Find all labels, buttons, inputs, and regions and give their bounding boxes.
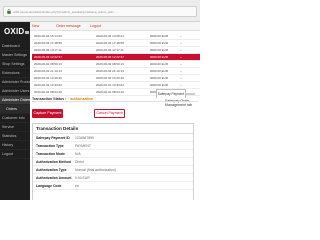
tab-new[interactable]: New — [32, 22, 39, 31]
url-field[interactable]: nidhi.ionutv.dev/admin/index.php?cl=admi… — [3, 6, 197, 17]
details-key: Language Code — [36, 184, 62, 188]
table-row[interactable]: 2020-06-03 13:17:11 2020-06-03 13:17:11 00… — [32, 47, 200, 54]
cell-number: 2020-06-02 14:40:26 — [96, 76, 124, 80]
cell-amount: 0000.00 EUR — [150, 41, 169, 45]
browser-address-bar: nidhi.ionutv.dev/admin/index.php?cl=admi… — [0, 0, 200, 22]
tab-order-message[interactable]: Order message — [56, 22, 81, 31]
transaction-details-panel: Transaction Details Saferpay Payment ID 1… — [32, 123, 194, 200]
details-key: Authorization Method — [36, 160, 71, 164]
details-row: Saferpay Payment ID 1234567890 — [33, 134, 193, 142]
logo-text: OXID — [4, 26, 25, 36]
cell-number: 2020-06-02 21:10:13 — [96, 69, 124, 73]
cell-number: 2020-06-03 12:22:37 — [96, 55, 124, 59]
details-title: Transaction Details — [33, 124, 193, 134]
cell-status: ~ — [180, 48, 182, 52]
table-row[interactable]: 2020-06-03 17:48:58 2020-06-03 17:48:58 00… — [32, 40, 200, 47]
details-row: Authorization Amount 0.00 EUR — [33, 174, 193, 182]
table-row[interactable]: 2020-06-03 12:22:37 2020-06-03 12:22:37 00… — [32, 54, 200, 61]
cell-date: 2020-06-03 17:48:58 — [34, 41, 62, 45]
cell-amount: 0000.00 EUR — [150, 55, 169, 59]
cell-date: 2020-06-03 12:22:37 — [34, 55, 62, 59]
details-value: 1234567890 — [75, 136, 94, 140]
cell-date: 2020-06-02 21:10:13 — [34, 69, 62, 73]
cell-amount: 0000.00 EUR — [150, 76, 169, 80]
divider — [32, 101, 198, 102]
details-value: Direct — [75, 160, 84, 164]
cell-amount: 0000.00 EUR — [150, 83, 169, 87]
top-tab-bar: New Order message Logout — [30, 22, 200, 31]
annotation-arrow-icon — [186, 93, 195, 95]
cell-date: 2020-06-01 08:04:10 — [34, 90, 62, 94]
table-row[interactable]: 2020-06-02 21:10:13 2020-06-02 21:10:13 00… — [32, 68, 200, 75]
sidebar-nav: Dashboard Master Settings Shop Settings Ext… — [0, 42, 30, 159]
details-list: Saferpay Payment ID 1234567890 Transaction… — [33, 134, 193, 190]
sidebar-item-dashboard[interactable]: Dashboard — [0, 42, 30, 51]
details-value: 0.00 EUR — [75, 176, 90, 180]
details-row: Language Code en — [33, 182, 193, 190]
main-content: New Order message Logout 2020-06-04 15:1… — [30, 22, 200, 200]
cell-number: 2020-06-02 08:50:13 — [96, 62, 124, 66]
sidebar-item-customer-info[interactable]: Customer Info — [0, 114, 30, 123]
sidebar-item-statistics[interactable]: Statistics — [0, 132, 30, 141]
details-value: en — [75, 184, 79, 188]
cell-date: 2020-06-02 08:50:13 — [34, 62, 62, 66]
sidebar-item-administer-products[interactable]: Administer Products — [0, 78, 30, 87]
cell-date: 2020-06-02 14:40:26 — [34, 76, 62, 80]
tab-saferpay-payment[interactable]: Saferpay Payment — [156, 89, 186, 98]
cancel-payment-button[interactable]: Cancel Payment — [94, 109, 125, 118]
cell-number: 2020-06-03 13:17:11 — [96, 48, 124, 52]
cell-status: ~ — [180, 55, 182, 59]
details-row: Authorization Method Direct — [33, 158, 193, 166]
cell-amount: 0000.00 EUR — [150, 62, 169, 66]
cell-date: 2020-06-03 13:17:11 — [34, 48, 62, 52]
cell-status: ~ — [180, 41, 182, 45]
cell-status: ~ — [180, 83, 182, 87]
oxid-logo[interactable]: OXID — [4, 26, 30, 36]
cell-date: 2020-06-01 13:33:02 — [34, 83, 62, 87]
cell-amount: 0000.00 EUR — [150, 69, 169, 73]
table-row[interactable]: 2020-06-01 13:33:02 2020-06-01 13:33:02 00… — [32, 82, 200, 89]
cell-number: 2020-06-03 17:48:58 — [96, 41, 124, 45]
admin-sidebar: OXID Dashboard Master Settings Shop Settin… — [0, 22, 30, 200]
details-key: Saferpay Payment ID — [36, 136, 70, 140]
cell-status: ~ — [180, 76, 182, 80]
cell-date: 2020-06-04 15:14:22 — [34, 34, 62, 38]
cell-status: ~ — [180, 62, 182, 66]
cell-status: ~ — [180, 69, 182, 73]
cell-number: 2020-06-01 13:33:02 — [96, 83, 124, 87]
sidebar-item-administer-orders[interactable]: Administer Orders — [0, 96, 30, 105]
cell-status: ~ — [180, 34, 182, 38]
sidebar-item-orders[interactable]: Orders — [0, 105, 30, 114]
tab-logout[interactable]: Logout — [90, 22, 101, 31]
sidebar-item-extensions[interactable]: Extensions — [0, 69, 30, 78]
cell-amount: 0000.00 EUR — [150, 48, 169, 52]
cell-number: 2020-06-01 08:04:10 — [96, 90, 124, 94]
table-row[interactable]: 2020-06-02 08:50:13 2020-06-02 08:50:13 00… — [32, 61, 200, 68]
cell-number: 2020-06-04 14:09:24 — [96, 34, 124, 38]
details-value: N/A — [75, 152, 81, 156]
sidebar-item-master-settings[interactable]: Master Settings — [0, 51, 30, 60]
sidebar-item-logout[interactable]: Logout — [0, 150, 30, 159]
details-row: Authorization Type Normal (final authoriz… — [33, 166, 193, 174]
details-row: Transaction Mode N/A — [33, 150, 193, 158]
cell-amount: 0000.00 EUR — [150, 34, 169, 38]
logo-badge — [25, 30, 30, 34]
capture-payment-button[interactable]: Capture Payment — [32, 109, 63, 118]
sidebar-item-service[interactable]: Service — [0, 123, 30, 132]
details-key: Transaction Mode — [36, 152, 65, 156]
details-row: Transaction Type PAYMENT — [33, 142, 193, 150]
details-key: Authorization Amount — [36, 176, 72, 180]
orders-table: 2020-06-04 15:14:22 2020-06-04 14:09:24 00… — [32, 33, 200, 96]
sidebar-item-shop-settings[interactable]: Shop Settings — [0, 60, 30, 69]
details-value: Normal (final authorization) — [75, 168, 116, 172]
details-key: Transaction Type — [36, 144, 64, 148]
table-row[interactable]: 2020-06-04 15:14:22 2020-06-04 14:09:24 00… — [32, 33, 200, 40]
details-key: Authorization Type — [36, 168, 67, 172]
details-value: PAYMENT — [75, 144, 91, 148]
url-text: nidhi.ionutv.dev/admin/index.php?cl=admi… — [13, 9, 117, 14]
lock-icon — [7, 9, 11, 14]
table-row[interactable]: 2020-06-02 14:40:26 2020-06-02 14:40:26 00… — [32, 75, 200, 82]
sidebar-item-administer-users[interactable]: Administer Users — [0, 87, 30, 96]
sidebar-item-history[interactable]: History — [0, 141, 30, 150]
